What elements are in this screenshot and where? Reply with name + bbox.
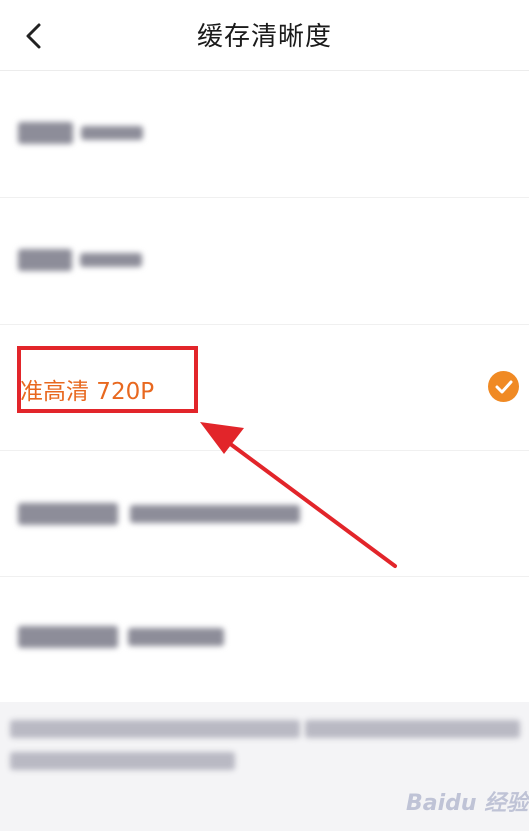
quality-option-2[interactable] xyxy=(0,198,529,325)
blurred-text xyxy=(18,626,118,648)
check-circle-icon xyxy=(488,371,519,402)
blurred-text xyxy=(18,249,72,271)
blurred-text xyxy=(10,720,300,738)
annotation-highlight-box xyxy=(17,346,198,413)
blurred-text xyxy=(18,122,73,144)
page-title: 缓存清晰度 xyxy=(196,22,332,52)
blurred-text xyxy=(81,126,143,140)
quality-option-4[interactable] xyxy=(0,450,529,577)
blurred-text xyxy=(10,752,235,770)
watermark: Baidu 经验 xyxy=(406,791,529,816)
top-bar: 缓存清晰度 xyxy=(0,0,529,71)
blurred-text xyxy=(18,503,118,525)
quality-option-1[interactable] xyxy=(0,71,529,198)
blurred-text xyxy=(80,253,142,267)
blurred-text xyxy=(130,505,300,523)
blurred-text xyxy=(128,628,224,646)
quality-option-5[interactable] xyxy=(0,576,529,702)
blurred-text xyxy=(305,720,520,738)
